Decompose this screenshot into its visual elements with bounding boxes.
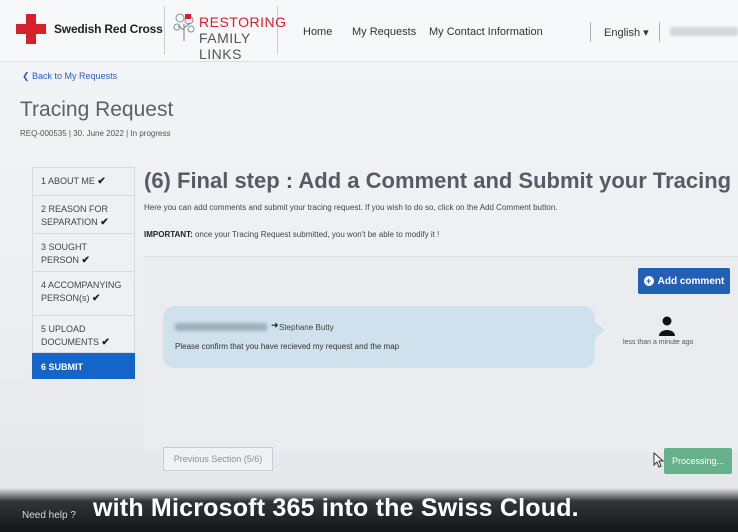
nav-my-requests[interactable]: My Requests [352, 26, 416, 38]
sender-name-blurred [175, 323, 267, 331]
add-comment-button[interactable]: + Add comment [638, 268, 730, 294]
restoring-family-links-logo[interactable]: RESTORING FAMILY LINKS [164, 6, 286, 62]
user-name-blurred[interactable] [670, 27, 738, 36]
nav-divider [590, 22, 591, 42]
brand-name: Swedish Red Cross [54, 22, 163, 36]
step-submit[interactable]: 6 SUBMIT [32, 353, 135, 379]
comment-message: Please confirm that you have recieved my… [175, 342, 400, 351]
check-icon: ✔ [100, 217, 109, 228]
steps-sidebar: 1 ABOUT ME ✔ 2 REASON FOR SEPARATION ✔ 3… [32, 167, 135, 379]
header: Swedish Red Cross RESTORING FAMILY LINKS… [0, 0, 738, 62]
comment-timestamp: less than a minute ago [623, 339, 694, 346]
step-accompanying-persons[interactable]: 4 ACCOMPANYING PERSON(s) ✔ [32, 271, 135, 315]
nav-home[interactable]: Home [303, 26, 332, 38]
need-help-link[interactable]: Need help ? [22, 510, 76, 521]
step-label: 3 SOUGHT PERSON [41, 242, 87, 265]
add-comment-label: Add comment [657, 275, 725, 287]
important-notice: IMPORTANT: once your Tracing Request sub… [144, 230, 439, 239]
page: Swedish Red Cross RESTORING FAMILY LINKS… [0, 0, 738, 532]
page-title: Tracing Request [20, 98, 174, 121]
red-cross-icon [16, 14, 46, 44]
check-icon: ✔ [92, 293, 101, 304]
step-description: Here you can add comments and submit you… [144, 203, 558, 212]
processing-button[interactable]: Processing... [664, 448, 732, 474]
step-upload-documents[interactable]: 5 UPLOAD DOCUMENTS ✔ [32, 315, 135, 353]
step-label: 2 REASON FOR SEPARATION [41, 204, 109, 227]
logo-line-family-links: FAMILY LINKS [199, 30, 251, 62]
step-title: (6) Final step : Add a Comment and Submi… [144, 168, 738, 193]
check-icon: ✔ [101, 337, 110, 348]
step-label: 4 ACCOMPANYING PERSON(s) [41, 280, 122, 303]
comment-recipient: Stephane Butty [279, 323, 334, 332]
important-label: IMPORTANT: [144, 230, 193, 239]
logo-line-restoring: RESTORING [199, 14, 287, 30]
nav-divider [659, 22, 660, 42]
red-cross-logo[interactable]: Swedish Red Cross [16, 14, 163, 44]
comment-bubble: ➜ Stephane Butty Please confirm that you… [163, 306, 605, 368]
back-to-requests-link[interactable]: ❮ Back to My Requests [22, 71, 117, 82]
step-label: 5 UPLOAD DOCUMENTS [41, 324, 99, 347]
check-icon: ✔ [81, 255, 90, 266]
step-sought-person[interactable]: 3 SOUGHT PERSON ✔ [32, 233, 135, 271]
step-label: 6 SUBMIT [41, 362, 84, 372]
step-reason-for-separation[interactable]: 2 REASON FOR SEPARATION ✔ [32, 195, 135, 233]
video-caption: with Microsoft 365 into the Swiss Cloud. [93, 494, 579, 522]
important-text: once your Tracing Request submitted, you… [192, 230, 440, 239]
step-label: 1 ABOUT ME [41, 176, 95, 186]
plus-circle-icon: + [643, 276, 654, 286]
arrow-right-icon: ➜ [271, 320, 279, 330]
language-dropdown[interactable]: English ▾ [604, 26, 649, 39]
check-icon: ✔ [97, 176, 106, 187]
family-tree-icon [173, 13, 195, 41]
previous-section-button[interactable]: Previous Section (5/6) [163, 447, 273, 471]
step-about-me[interactable]: 1 ABOUT ME ✔ [32, 167, 135, 195]
nav-contact-information[interactable]: My Contact Information [429, 26, 543, 38]
user-icon [659, 316, 675, 336]
request-meta: REQ-000535 | 30. June 2022 | In progress [20, 129, 171, 138]
